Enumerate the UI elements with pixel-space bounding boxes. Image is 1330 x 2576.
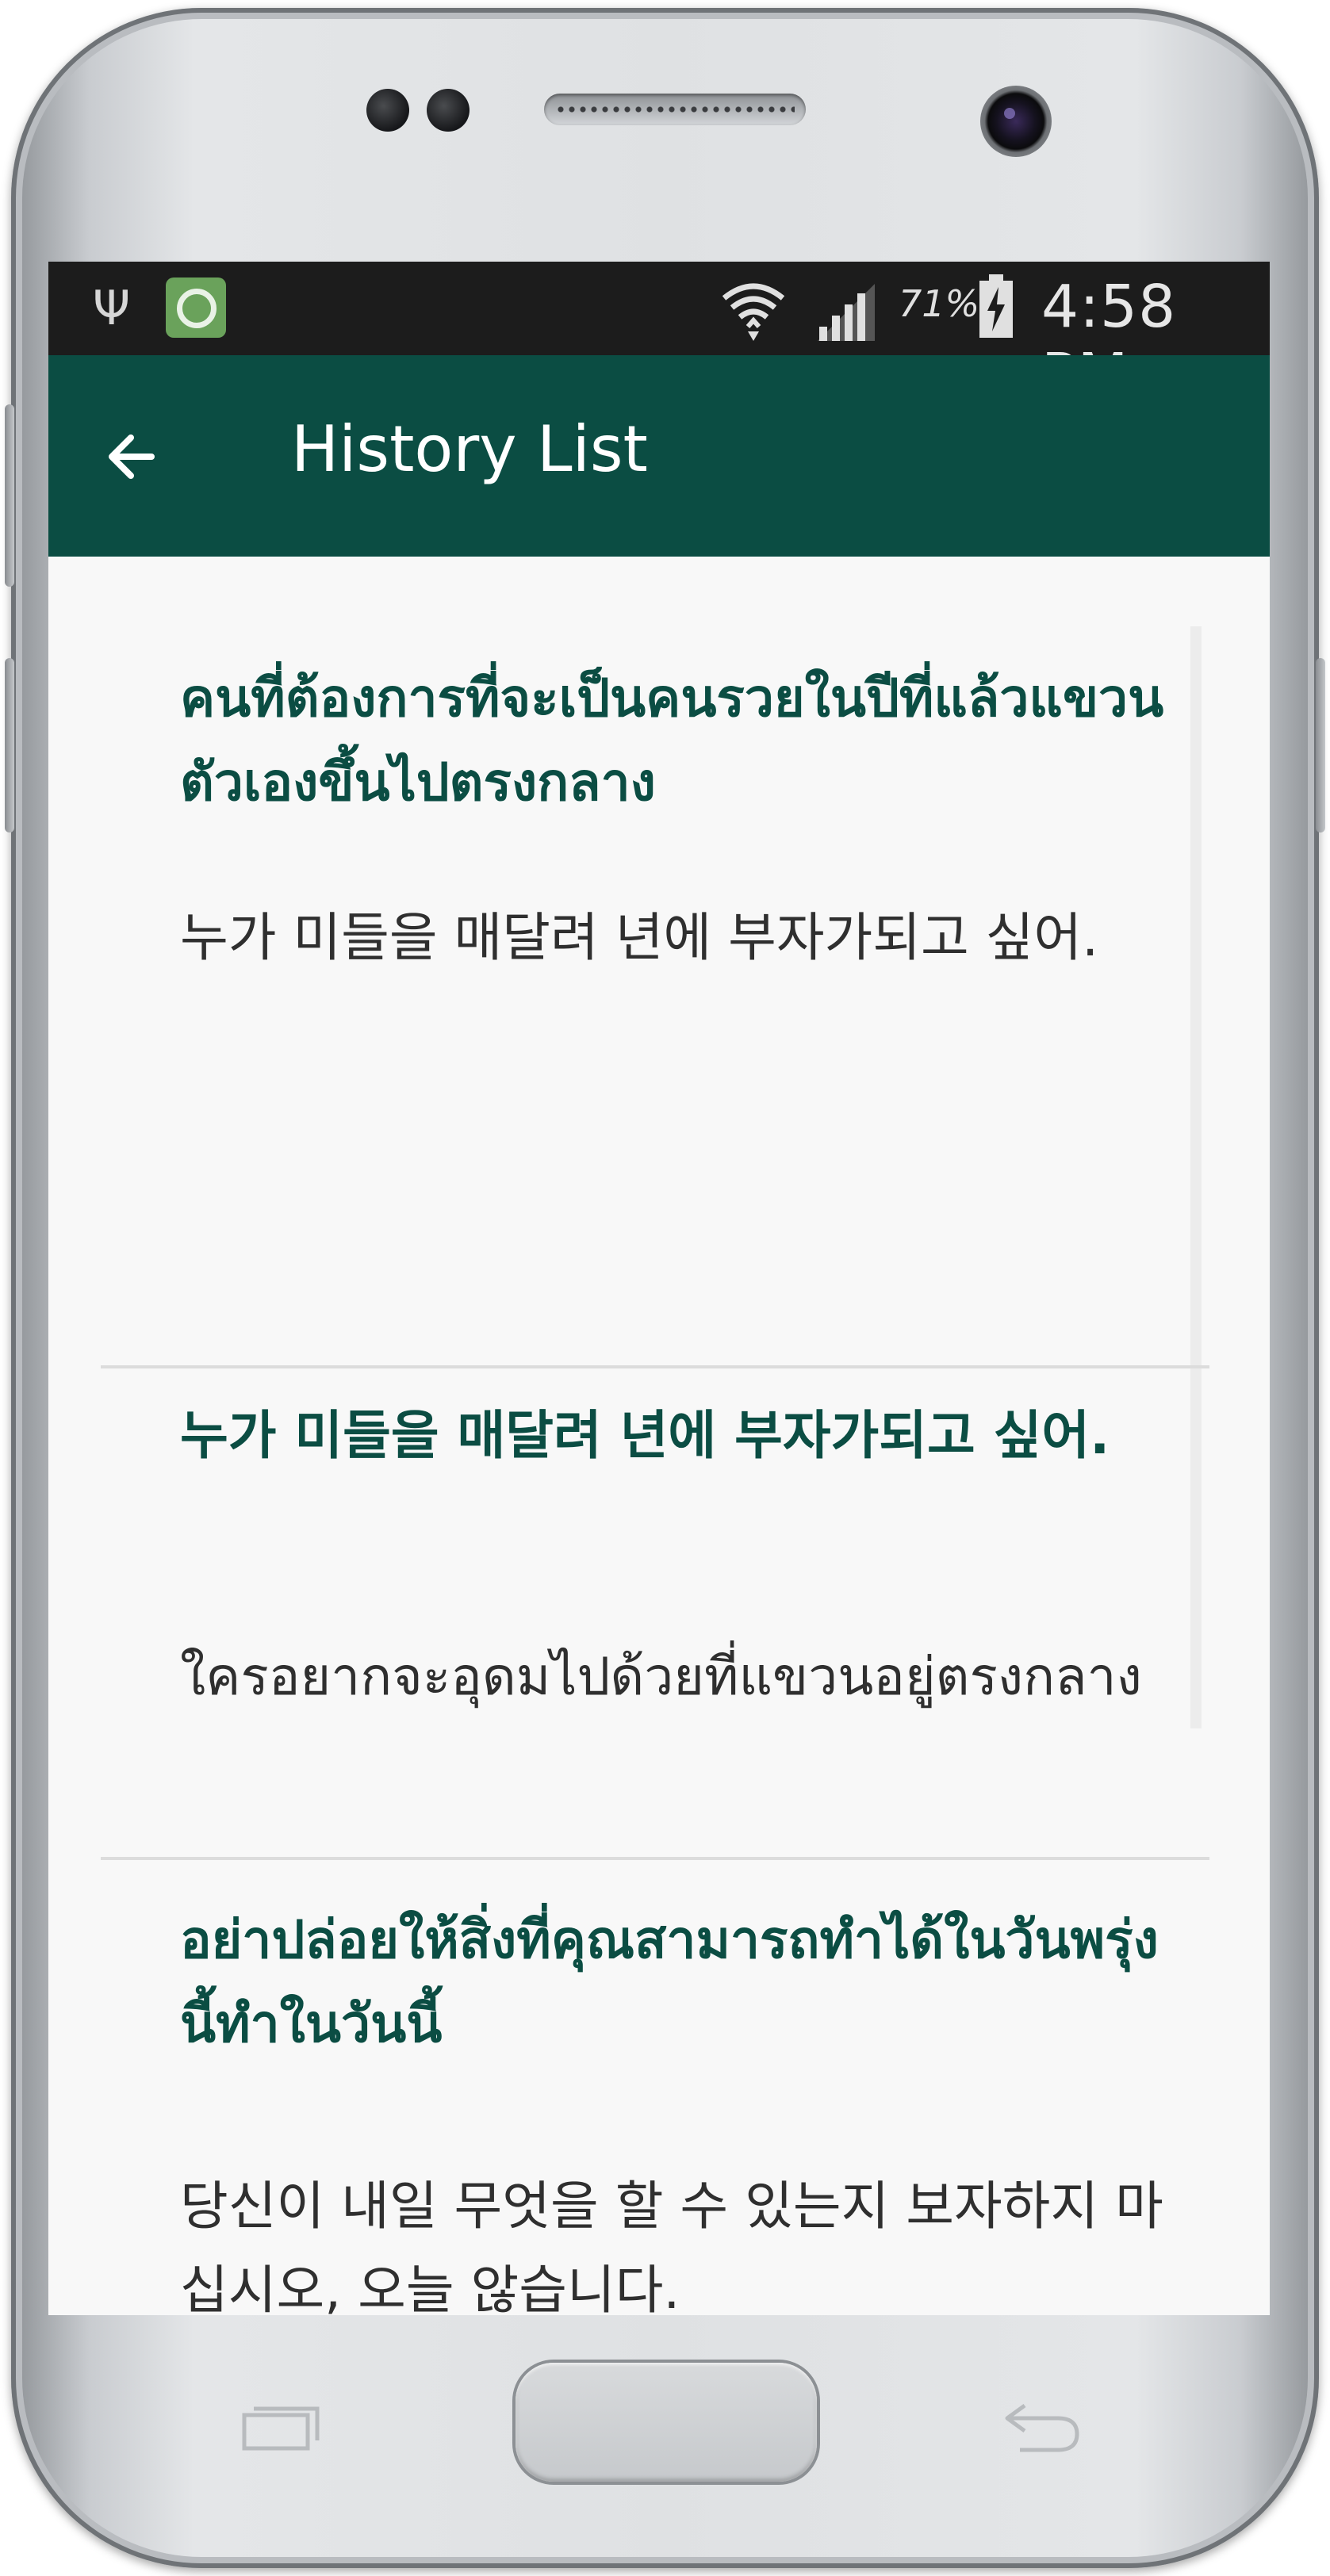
power-button [1316, 658, 1325, 833]
battery-percent: 71% [899, 282, 980, 325]
phone-screen: Ψ 71% 4:58 PM History List [48, 262, 1270, 2315]
arrow-left-icon[interactable] [96, 419, 172, 495]
front-sensors [366, 89, 470, 132]
history-list[interactable]: คนที่ต้องการที่จะเป็นคนรวยในปีที่แล้วแขว… [48, 557, 1270, 2315]
hardware-nav-bar [0, 2315, 1330, 2569]
back-icon[interactable] [1001, 2398, 1083, 2455]
translated-text: ใครอยากจะอุดมไปด้วยที่แขวนอยู่ตรงกลาง [180, 1646, 1142, 1707]
status-bar: Ψ 71% 4:58 PM [48, 262, 1270, 409]
translated-text: 누가 미들을 매달려 년에 부자가되고 싶어. [180, 907, 1099, 968]
divider [101, 1857, 1209, 1860]
scrollbar[interactable] [1190, 626, 1202, 1728]
page-title: History List [291, 412, 648, 486]
volume-button [5, 404, 14, 587]
source-text: คนที่ต้องการที่จะเป็นคนรวยในปีที่แล้วแขว… [180, 668, 1164, 813]
earpiece-speaker [544, 94, 806, 125]
sensor-dot [366, 89, 409, 132]
sensor-dot [427, 89, 470, 132]
app-notification-icon [166, 278, 226, 338]
battery-charging-icon [979, 274, 1013, 338]
source-text: อย่าปล่อยให้สิ่งที่คุณสามารถทำได้ในวันพร… [180, 1909, 1159, 2054]
wifi-icon [722, 283, 785, 341]
home-button[interactable] [516, 2363, 817, 2482]
recents-icon[interactable] [241, 2401, 320, 2452]
app-toolbar: History List [48, 355, 1270, 557]
usb-icon: Ψ [93, 281, 131, 336]
signal-icon [818, 284, 875, 341]
divider [101, 1365, 1209, 1368]
bixby-button [5, 658, 14, 833]
source-text: 누가 미들을 매달려 년에 부자가되고 싶어. [180, 1405, 1110, 1466]
front-camera [980, 86, 1052, 157]
translated-text: 당신이 내일 무엇을 할 수 있는지 보자하지 마십시오, 오늘 않습니다. [180, 2176, 1163, 2315]
